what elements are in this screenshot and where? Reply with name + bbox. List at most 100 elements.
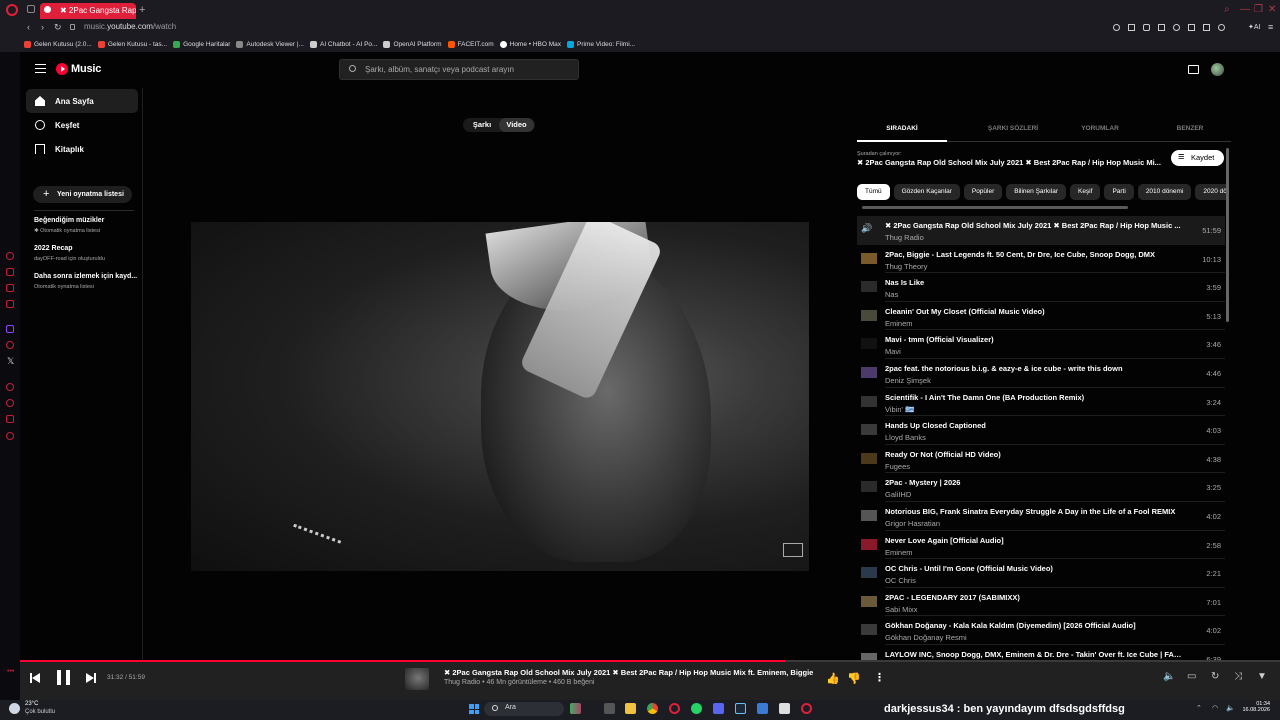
pinboard-icon[interactable]: [6, 415, 14, 423]
queue-artist[interactable]: OC Chris: [885, 576, 916, 585]
search-tabs-icon[interactable]: ⌕: [1224, 4, 1230, 15]
playlist-title[interactable]: Beğendiğim müzikler: [34, 217, 104, 224]
opera-gx-icon[interactable]: [801, 703, 812, 714]
x-twitter-icon[interactable]: 𝕏: [7, 356, 14, 367]
instagram-icon[interactable]: [6, 300, 14, 308]
vpn-icon[interactable]: [1173, 24, 1180, 31]
logo-text[interactable]: Music: [71, 63, 101, 75]
aria-icon[interactable]: [6, 252, 14, 260]
chip-all[interactable]: Tümü: [857, 184, 890, 200]
channel-watermark-icon[interactable]: [783, 543, 803, 557]
maximize-button[interactable]: ❐: [1254, 4, 1263, 15]
widgets-icon[interactable]: [570, 703, 581, 714]
search-input[interactable]: Şarkı, albüm, sanatçı veya podcast arayı…: [365, 65, 514, 74]
clock-icon[interactable]: [6, 399, 14, 407]
queue-thumbnail[interactable]: [861, 309, 877, 321]
shuffle-icon[interactable]: ⤨: [1234, 671, 1242, 682]
queue-artist[interactable]: Fugees: [885, 462, 910, 471]
speaker-tray-icon[interactable]: 🔈: [1226, 704, 1235, 712]
weather-temperature[interactable]: 23°C: [25, 701, 38, 707]
queue-artist[interactable]: Grigor Hasratian: [885, 519, 940, 528]
nav-item-explore[interactable]: Keşfet: [26, 113, 138, 137]
chrome-icon[interactable]: [647, 703, 658, 714]
queue-artist[interactable]: Sabi Mixx: [885, 605, 918, 614]
queue-artist[interactable]: Mavi: [885, 347, 901, 356]
volume-icon[interactable]: 🔈: [1163, 671, 1175, 682]
thumbs-down-icon[interactable]: 👎: [847, 672, 861, 685]
weather-description[interactable]: Çok bulutlu: [25, 709, 55, 715]
queue-thumbnail[interactable]: [861, 366, 877, 378]
tab-up-next[interactable]: SIRADAKİ: [857, 125, 947, 132]
twitch-icon[interactable]: [6, 325, 14, 333]
repeat-icon[interactable]: ↻: [1211, 671, 1219, 682]
history-icon[interactable]: [6, 383, 14, 391]
now-playing-meta[interactable]: Thug Radio • 46 Mn görüntüleme • 460 B b…: [444, 679, 594, 686]
tab-lyrics[interactable]: ŞARKI SÖZLERİ: [968, 125, 1058, 132]
queue-artist[interactable]: Thug Theory: [885, 262, 927, 271]
profile-icon[interactable]: [1218, 24, 1225, 31]
chip[interactable]: 2020 dö: [1195, 184, 1227, 200]
queue-artist[interactable]: Lloyd Banks: [885, 433, 926, 442]
bookmark-2[interactable]: Google Haritalar: [173, 37, 230, 52]
more-icon[interactable]: •••: [7, 668, 14, 675]
queue-row[interactable]: 2Pac, Biggie - Last Legends ft. 50 Cent,…: [857, 245, 1225, 274]
steam-icon[interactable]: [735, 703, 746, 714]
next-button[interactable]: [86, 673, 96, 683]
snapshot-icon[interactable]: [1128, 24, 1135, 31]
notepad-icon[interactable]: [779, 703, 790, 714]
tab-related[interactable]: BENZER: [1145, 125, 1235, 132]
chips-scrollbar[interactable]: [862, 206, 1128, 209]
queue-row[interactable]: 2Pac - Mystery | 2026 GaliIHD 3:25: [857, 473, 1225, 502]
reload-button[interactable]: ↻: [54, 22, 62, 33]
queue-thumbnail[interactable]: [861, 338, 877, 350]
nav-item-home[interactable]: Ana Sayfa: [26, 89, 138, 113]
queue-row[interactable]: Ready Or Not (Official HD Video) Fugees 4:…: [857, 445, 1225, 474]
chip[interactable]: Bilinen Şarkılar: [1006, 184, 1066, 200]
queue-artist[interactable]: Thug Radio: [885, 233, 924, 242]
song-toggle-button[interactable]: Şarkı: [467, 118, 497, 132]
heart-icon[interactable]: [1188, 24, 1195, 31]
now-playing-speaker-icon[interactable]: 🔊: [861, 223, 877, 234]
bookmark-8[interactable]: Prime Video: Filmi...: [567, 37, 635, 52]
queue-row[interactable]: OC Chris - Until I'm Gone (Official Musi…: [857, 559, 1225, 588]
video-toggle-button[interactable]: Video: [499, 118, 534, 132]
bag-icon[interactable]: [6, 268, 14, 276]
queue-scrollbar[interactable]: [1226, 148, 1229, 322]
bookmark-4[interactable]: AI Chatbot - AI Po...: [309, 37, 377, 52]
settings-icon[interactable]: [6, 432, 14, 440]
queue-thumbnail[interactable]: [861, 252, 877, 264]
pause-button[interactable]: [57, 670, 70, 685]
back-button[interactable]: ‹: [27, 22, 30, 32]
queue-row[interactable]: 🔊 ✖ 2Pac Gangsta Rap Old School Mix July …: [857, 216, 1225, 245]
bookmark-0[interactable]: Gelen Kutusu (2.0...: [24, 37, 92, 52]
queue-row[interactable]: Gökhan Doğanay - Kala Kala Kaldım (Diyem…: [857, 616, 1225, 645]
cast-icon[interactable]: [1188, 65, 1199, 74]
previous-button[interactable]: [30, 673, 40, 683]
youtube-music-logo-icon[interactable]: [56, 63, 68, 75]
queue-thumbnail[interactable]: [861, 424, 877, 436]
chip[interactable]: Keşif: [1069, 184, 1101, 200]
windows-start-icon[interactable]: [469, 704, 479, 714]
queue-thumbnail[interactable]: [861, 538, 877, 550]
app-icon[interactable]: [757, 703, 768, 714]
wifi-icon[interactable]: ◠: [1212, 704, 1218, 712]
playing-from-title[interactable]: ✖ 2Pac Gangsta Rap Old School Mix July 2…: [857, 158, 1169, 167]
queue-thumbnail[interactable]: [861, 452, 877, 464]
video-player[interactable]: [191, 222, 809, 571]
bookmark-1[interactable]: Gelen Kutusu - tas...: [97, 37, 167, 52]
workspaces-icon[interactable]: [27, 5, 35, 13]
queue-row[interactable]: Cleanin' Out My Closet (Official Music V…: [857, 302, 1225, 331]
address-field[interactable]: music.youtube.com/watch: [84, 22, 176, 31]
now-playing-thumbnail[interactable]: [405, 668, 429, 690]
now-playing-title[interactable]: ✖ 2Pac Gangsta Rap Old School Mix July 2…: [444, 668, 824, 677]
tab-youtube-music[interactable]: ✖ 2Pac Gangsta Rap O: [40, 3, 136, 19]
avatar[interactable]: [1211, 63, 1224, 76]
chip[interactable]: 2010 dönemi: [1137, 184, 1192, 200]
menu-icon[interactable]: ≡: [1268, 22, 1273, 32]
queue-thumbnail[interactable]: [861, 624, 877, 636]
search-icon[interactable]: [1113, 24, 1120, 31]
queue-artist[interactable]: GaliIHD: [885, 490, 911, 499]
opera-logo-icon[interactable]: [6, 4, 18, 16]
chip[interactable]: Popüler: [963, 184, 1003, 200]
queue-row[interactable]: Nas Is Like Nas 3:59: [857, 273, 1225, 302]
